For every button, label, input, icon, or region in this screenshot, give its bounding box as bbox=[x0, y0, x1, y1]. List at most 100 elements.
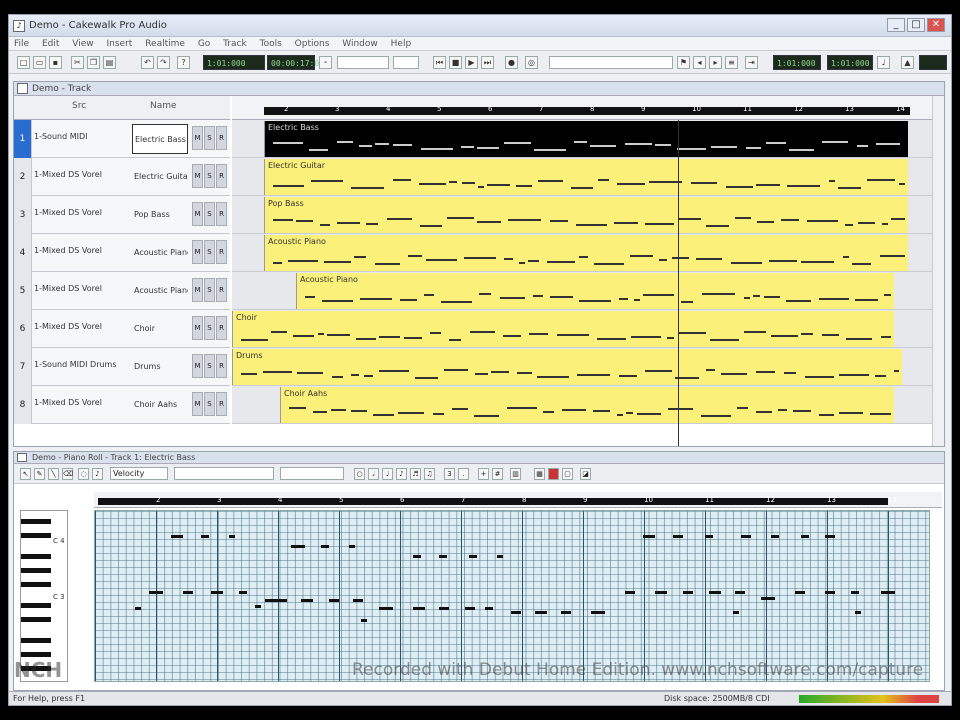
black-key[interactable] bbox=[21, 554, 51, 559]
midi-note[interactable] bbox=[825, 591, 835, 594]
midi-note[interactable] bbox=[511, 611, 521, 614]
timeline-ruler[interactable]: 2 3 4 5 6 7 8 9 10 11 12 13 14 bbox=[232, 96, 932, 120]
mute-button[interactable]: M bbox=[192, 392, 203, 416]
record-arm-button[interactable]: R bbox=[216, 354, 227, 378]
cut-icon[interactable]: ✂ bbox=[71, 56, 84, 69]
draw-tool-icon[interactable]: ✎ bbox=[34, 468, 45, 480]
midi-clip[interactable]: Electric Bass bbox=[264, 121, 908, 157]
record-arm-button[interactable]: R bbox=[216, 392, 227, 416]
rewind-icon[interactable]: ⏮ bbox=[433, 56, 446, 69]
half-note-icon[interactable]: 𝅗𝅥 bbox=[368, 468, 379, 480]
midi-note[interactable] bbox=[265, 599, 287, 602]
minimize-button[interactable]: _ bbox=[887, 18, 905, 32]
marker-dropdown[interactable] bbox=[549, 56, 673, 69]
midi-note[interactable] bbox=[211, 591, 223, 594]
select-tool-icon[interactable]: ↖ bbox=[20, 468, 31, 480]
mute-button[interactable]: M bbox=[192, 126, 203, 150]
track-name[interactable]: Drums bbox=[132, 352, 188, 382]
black-key[interactable] bbox=[21, 603, 51, 608]
solo-button[interactable]: S bbox=[204, 392, 215, 416]
midi-clip[interactable]: Choir Aahs bbox=[280, 387, 894, 423]
line-tool-icon[interactable]: ╲ bbox=[48, 468, 59, 480]
stop-icon[interactable]: ■ bbox=[449, 56, 462, 69]
mute-button[interactable]: M bbox=[192, 278, 203, 302]
note-grid[interactable] bbox=[94, 510, 930, 682]
midi-note[interactable] bbox=[643, 535, 655, 538]
midi-note[interactable] bbox=[591, 611, 605, 614]
record-arm-button[interactable]: R bbox=[216, 278, 227, 302]
midi-note[interactable] bbox=[705, 535, 713, 538]
black-key[interactable] bbox=[21, 652, 51, 657]
column-name[interactable]: Name bbox=[150, 101, 177, 111]
black-key[interactable] bbox=[21, 582, 51, 587]
solo-button[interactable]: S bbox=[204, 240, 215, 264]
black-key[interactable] bbox=[21, 568, 51, 573]
midi-note[interactable] bbox=[439, 607, 449, 610]
midi-note[interactable] bbox=[135, 607, 141, 610]
midi-note[interactable] bbox=[321, 545, 329, 548]
track-number[interactable]: 2 bbox=[14, 158, 32, 196]
counter-display[interactable]: 1:01:000 bbox=[773, 55, 821, 70]
track-source[interactable]: 1-Mixed DS Vorel bbox=[34, 208, 130, 217]
track-name[interactable]: Acoustic Piano bbox=[132, 238, 188, 268]
whole-note-icon[interactable]: ○ bbox=[354, 468, 365, 480]
record-icon[interactable]: ● bbox=[505, 56, 518, 69]
midi-note[interactable] bbox=[735, 591, 745, 594]
dotted-icon[interactable]: . bbox=[458, 468, 469, 480]
midi-note[interactable] bbox=[625, 591, 635, 594]
midi-note[interactable] bbox=[709, 591, 721, 594]
midi-note[interactable] bbox=[171, 535, 183, 538]
midi-note[interactable] bbox=[183, 591, 193, 594]
scrub-tool-icon[interactable]: ◌ bbox=[78, 468, 89, 480]
record-arm-button[interactable]: R bbox=[216, 202, 227, 226]
track-row[interactable]: 2 1-Mixed DS Vorel Electric Guitar M S R bbox=[14, 158, 230, 196]
midi-note[interactable] bbox=[329, 599, 339, 602]
track-number[interactable]: 1 bbox=[14, 120, 32, 158]
track-source[interactable]: 1-Mixed DS Vorel bbox=[34, 322, 130, 331]
redo-icon[interactable]: ↷ bbox=[157, 56, 170, 69]
track-number[interactable]: 6 bbox=[14, 310, 32, 348]
track-number[interactable]: 4 bbox=[14, 234, 32, 272]
solo-button[interactable]: S bbox=[204, 126, 215, 150]
maximize-button[interactable]: □ bbox=[907, 18, 925, 32]
black-key[interactable] bbox=[21, 533, 51, 538]
midi-note[interactable] bbox=[361, 619, 367, 622]
mute-button[interactable]: M bbox=[192, 164, 203, 188]
solo-button[interactable]: S bbox=[204, 164, 215, 188]
meter-display[interactable] bbox=[919, 55, 947, 70]
new-file-icon[interactable]: □ bbox=[17, 56, 30, 69]
track-number[interactable]: 5 bbox=[14, 272, 32, 310]
midi-note[interactable] bbox=[655, 591, 667, 594]
track-name[interactable]: Choir bbox=[132, 314, 188, 344]
record-arm-button[interactable]: R bbox=[216, 126, 227, 150]
midi-note[interactable] bbox=[413, 607, 425, 610]
midi-note[interactable] bbox=[465, 607, 475, 610]
midi-note[interactable] bbox=[485, 607, 493, 610]
midi-note[interactable] bbox=[229, 535, 235, 538]
track-name[interactable]: Electric Bass bbox=[132, 124, 188, 154]
now-time-display[interactable]: 1:01:000 bbox=[203, 55, 265, 70]
record-arm-button[interactable]: R bbox=[216, 240, 227, 264]
midi-clip[interactable]: Drums bbox=[232, 349, 902, 385]
track-number[interactable]: 3 bbox=[14, 196, 32, 234]
record-arm-button[interactable]: R bbox=[216, 164, 227, 188]
play-icon[interactable]: ▶ bbox=[465, 56, 478, 69]
punch-icon[interactable]: ⇥ bbox=[745, 56, 758, 69]
grid-icon[interactable]: ▦ bbox=[534, 468, 545, 480]
track-source[interactable]: 1-Mixed DS Vorel bbox=[34, 170, 130, 179]
mute-button[interactable]: M bbox=[192, 354, 203, 378]
track-number[interactable]: 7 bbox=[14, 348, 32, 386]
track-source[interactable]: 1-Sound MIDI Drums bbox=[34, 360, 130, 369]
column-source[interactable]: Src bbox=[72, 101, 86, 111]
slider-left-icon[interactable]: ⁃ bbox=[319, 56, 332, 69]
midi-clip[interactable]: Pop Bass bbox=[264, 197, 908, 233]
mute-button[interactable]: M bbox=[192, 316, 203, 340]
solo-button[interactable]: S bbox=[204, 202, 215, 226]
quarter-note-icon[interactable]: ♩ bbox=[382, 468, 393, 480]
midi-note[interactable] bbox=[201, 535, 209, 538]
midi-note[interactable] bbox=[683, 591, 693, 594]
menu-help[interactable]: Help bbox=[386, 37, 417, 51]
triplet-icon[interactable]: 3 bbox=[444, 468, 455, 480]
marker-add-icon[interactable]: ⚑ bbox=[677, 56, 690, 69]
controller-value-dropdown[interactable] bbox=[174, 467, 274, 480]
